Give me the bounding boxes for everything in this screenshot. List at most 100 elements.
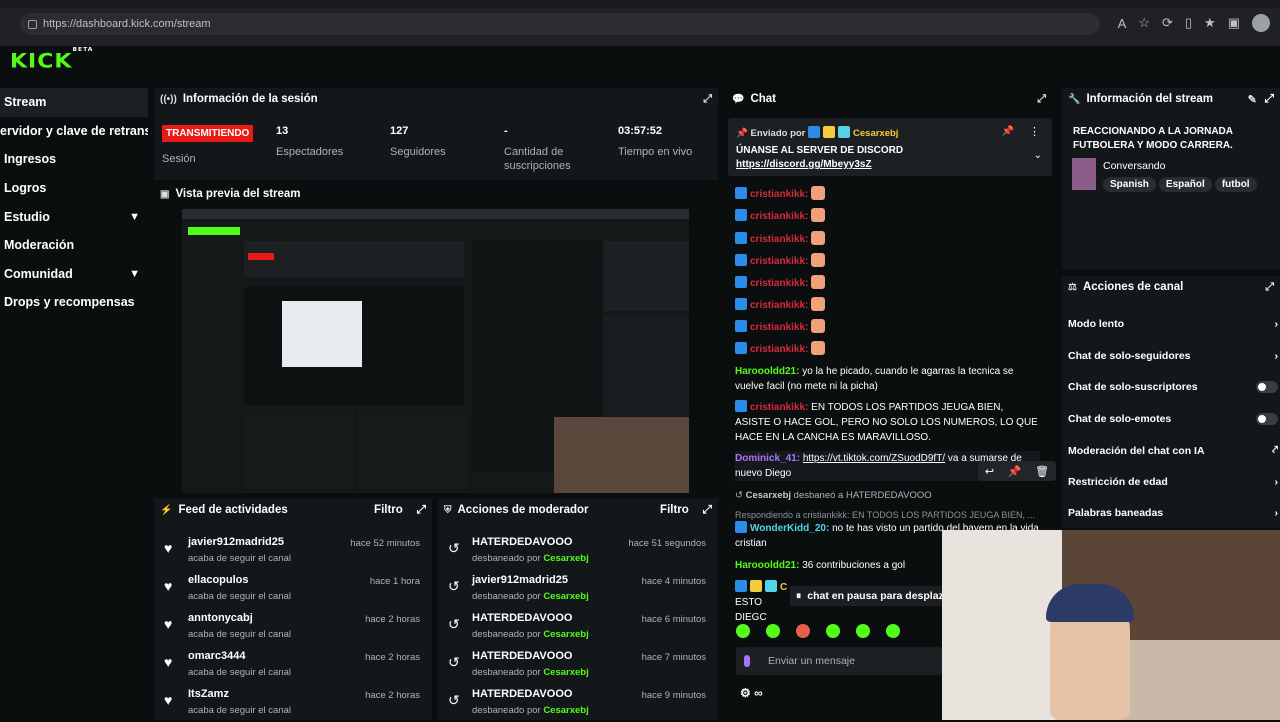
tag[interactable]: futbol — [1214, 177, 1257, 192]
activity-user[interactable]: ItsZamz — [188, 688, 229, 700]
chat-user[interactable]: cristiankikk: — [750, 402, 808, 413]
address-bar[interactable]: https://dashboard.kick.com/stream — [20, 13, 1100, 35]
emote-icon[interactable] — [736, 624, 750, 638]
stat-label: Seguidores — [390, 146, 446, 158]
sidebar-item-logros[interactable]: Logros — [0, 174, 148, 203]
more-options-icon[interactable]: ⋮ — [1029, 125, 1040, 138]
popout-icon[interactable]: ⤢ — [1037, 93, 1046, 106]
mic-icon[interactable] — [744, 655, 750, 667]
emote-icon[interactable] — [796, 624, 810, 638]
url-text[interactable]: https://dashboard.kick.com/stream — [43, 18, 211, 30]
reply-icon[interactable]: ↩ — [985, 465, 994, 478]
stream-preview-video[interactable] — [182, 209, 689, 493]
chat-user[interactable]: Haroooldd21: — [735, 560, 799, 571]
mod-target-user[interactable]: HATERDEDAVOOO — [472, 536, 572, 548]
chat-user[interactable]: cristiankikk: — [750, 300, 808, 311]
emote-icon[interactable] — [886, 624, 900, 638]
chat-user[interactable]: cristiankikk: — [750, 211, 808, 222]
activity-user[interactable]: omarc3444 — [188, 650, 246, 662]
mod-target-user[interactable]: HATERDEDAVOOO — [472, 688, 572, 700]
emote-icon[interactable] — [826, 624, 840, 638]
chevron-right-icon: › — [1274, 476, 1279, 488]
site-info-icon[interactable] — [28, 19, 37, 29]
chat-user[interactable]: cristiankikk: — [750, 234, 808, 245]
pin-icon[interactable]: 📌 — [1008, 465, 1022, 478]
mod-by-user[interactable]: Cesarxebj — [543, 667, 588, 678]
mod-target-user[interactable]: HATERDEDAVOOO — [472, 650, 572, 662]
activity-user[interactable]: anntonycabj — [188, 612, 253, 624]
chat-link[interactable]: https://vt.tiktok.com/ZSuodD9fT/ — [803, 453, 945, 464]
chat-user[interactable]: cristiankikk: — [750, 278, 808, 289]
filter-button[interactable]: Filtro — [374, 504, 403, 516]
read-aloud-icon[interactable]: A — [1118, 16, 1127, 31]
unpin-icon[interactable]: 📌 — [1002, 126, 1014, 137]
edit-icon[interactable]: ✎ — [1248, 93, 1257, 106]
mod-by-user[interactable]: Cesarxebj — [543, 629, 588, 640]
activity-user[interactable]: javier912madrid25 — [188, 536, 284, 548]
chat-user[interactable]: Cesarxebj — [746, 490, 791, 501]
favorites-icon[interactable]: ★ — [1204, 15, 1216, 31]
chat-paused-banner[interactable]: ⏸ chat en pausa para desplaz — [790, 586, 942, 606]
popout-icon[interactable]: ⤢ — [1265, 93, 1274, 106]
activity-user[interactable]: ellacopulos — [188, 574, 249, 586]
popout-icon[interactable]: ⤢ — [1265, 281, 1274, 294]
tools-icon[interactable]: ⚙ — [740, 686, 751, 700]
delete-icon[interactable]: 🗑 — [1035, 465, 1049, 478]
popout-icon[interactable]: ⤢ — [703, 504, 712, 517]
sidebar-item-stream[interactable]: Stream — [0, 88, 148, 117]
crown-badge-icon — [823, 126, 836, 138]
refresh-icon[interactable]: ⟳ — [1162, 15, 1173, 31]
chat-user[interactable]: cristiankikk: — [750, 322, 808, 333]
chat-user[interactable]: cristiankikk: — [750, 344, 808, 355]
sidebar-item-estudio[interactable]: Estudio ▼ — [0, 202, 148, 231]
chat-user[interactable]: Dominick_41: — [735, 453, 800, 464]
mod-target-user[interactable]: HATERDEDAVOOO — [472, 612, 572, 624]
sidebar-item-ingresos[interactable]: Ingresos — [0, 145, 148, 174]
pinned-link[interactable]: https://discord.gg/Mbeyy3sZ — [736, 159, 872, 170]
webcam-overlay — [942, 530, 1280, 720]
favorite-star-icon[interactable]: ☆ — [1138, 15, 1150, 31]
pinned-user[interactable]: Cesarxebj — [853, 128, 898, 139]
action-banned-words[interactable]: Palabras baneadas › — [1068, 507, 1278, 519]
activity-time: hace 2 horas — [365, 614, 420, 625]
tag[interactable]: Spanish — [1103, 177, 1156, 192]
chat-user[interactable]: cristiankikk: — [750, 189, 808, 200]
filter-button[interactable]: Filtro — [660, 504, 689, 516]
chat-user[interactable]: C — [780, 582, 787, 593]
collections-icon[interactable]: ▣ — [1228, 15, 1240, 31]
tag[interactable]: Español — [1158, 177, 1212, 192]
action-slow-mode[interactable]: Modo lento › — [1068, 318, 1278, 330]
action-ai-moderation[interactable]: Moderación del chat con IA ⤤ — [1068, 444, 1278, 457]
chat-user[interactable]: WonderKidd_20: — [750, 523, 829, 534]
infinity-icon[interactable]: ∞ — [754, 686, 763, 700]
action-emotes-only[interactable]: Chat de solo-emotes — [1068, 413, 1278, 425]
popout-icon[interactable]: ⤢ — [703, 93, 712, 106]
sidebar-item-server-key[interactable]: ervidor y clave de retransmi — [0, 117, 148, 146]
kick-logo[interactable]: KICKBETA — [10, 46, 93, 72]
action-age-restriction[interactable]: Restricción de edad › — [1068, 476, 1278, 488]
sidebar-item-comunidad[interactable]: Comunidad ▼ — [0, 260, 148, 289]
mod-by-user[interactable]: Cesarxebj — [543, 591, 588, 602]
mod-by-user[interactable]: Cesarxebj — [543, 553, 588, 564]
chat-user[interactable]: Haroooldd21: — [735, 366, 799, 377]
split-screen-icon[interactable]: ▯ — [1185, 15, 1192, 31]
toggle-switch[interactable] — [1256, 413, 1278, 425]
profile-avatar[interactable] — [1252, 14, 1270, 32]
chevron-down-icon[interactable]: ⌄ — [1034, 150, 1042, 161]
sidebar-item-drops[interactable]: Drops y recompensas — [0, 288, 148, 317]
chat-message: cristiankikk: — [735, 297, 1040, 313]
chat-input[interactable]: Enviar un mensaje — [736, 647, 942, 675]
pinned-message[interactable]: 📌 Enviado por Cesarxebj 📌 ⋮ ÚNANSE AL SE… — [728, 118, 1052, 176]
mod-target-user[interactable]: javier912madrid25 — [472, 574, 568, 586]
emote-icon[interactable] — [766, 624, 780, 638]
action-subscribers-only[interactable]: Chat de solo-suscriptores — [1068, 381, 1278, 393]
popout-icon[interactable]: ⤢ — [417, 504, 426, 517]
emote-icon[interactable] — [856, 624, 870, 638]
stream-category[interactable]: Conversando — [1103, 160, 1165, 172]
toggle-switch[interactable] — [1256, 381, 1278, 393]
chat-user[interactable]: cristiankikk: — [750, 256, 808, 267]
action-followers-only[interactable]: Chat de solo-seguidores › — [1068, 350, 1278, 362]
sidebar-item-moderacion[interactable]: Moderación — [0, 231, 148, 260]
category-thumbnail[interactable] — [1072, 158, 1096, 190]
mod-by-user[interactable]: Cesarxebj — [543, 705, 588, 716]
